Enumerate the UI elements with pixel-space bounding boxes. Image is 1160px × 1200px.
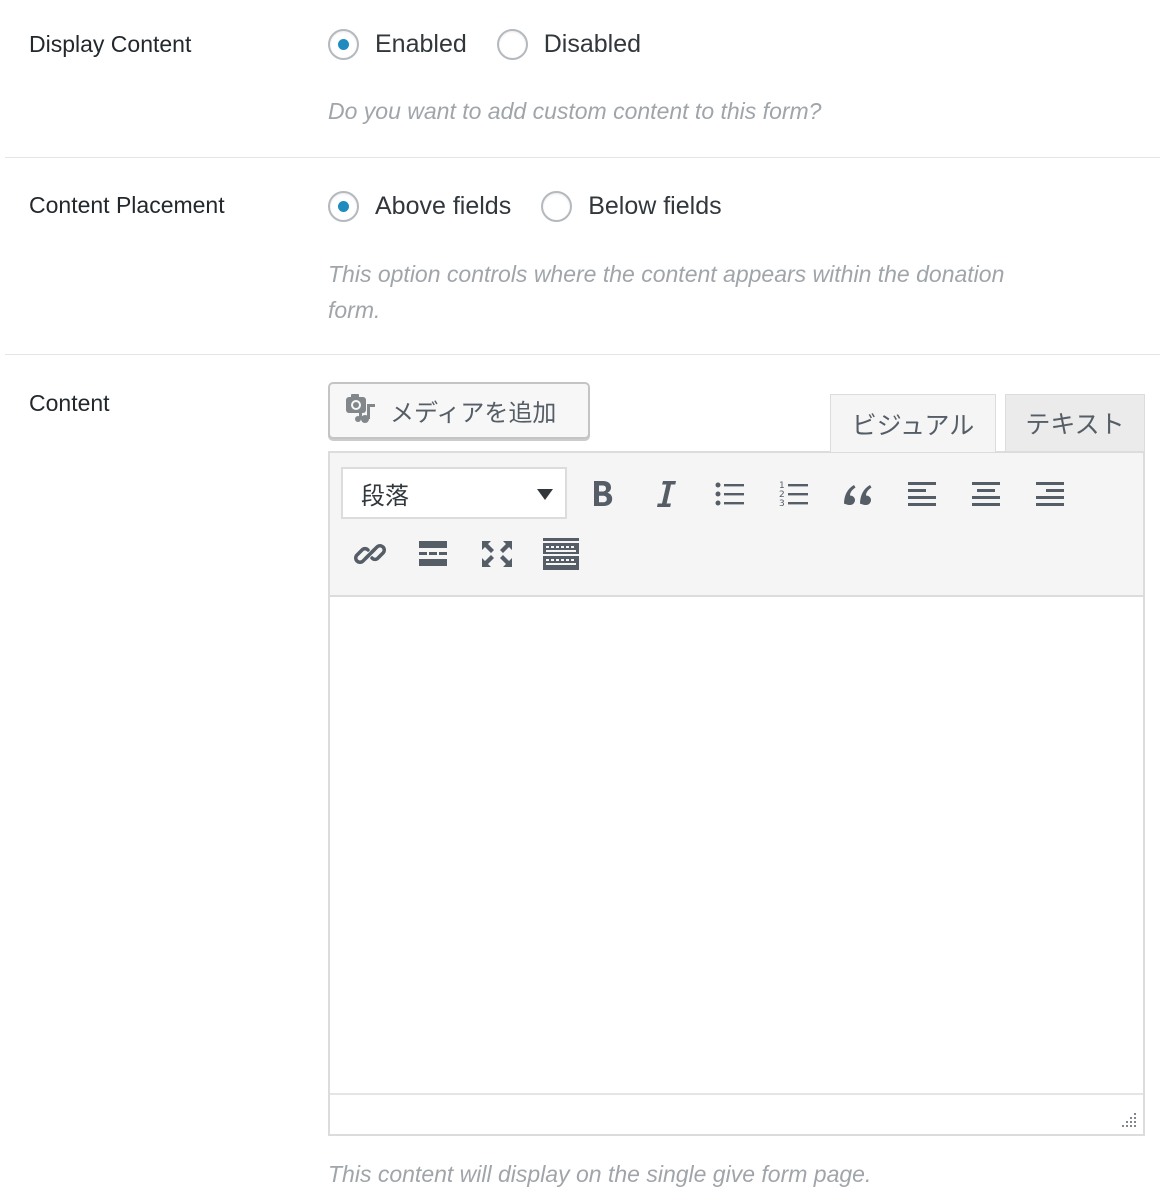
radio-enabled-label: Enabled: [375, 30, 467, 58]
radio-disabled[interactable]: [496, 29, 528, 60]
editor-toolbar: 段落 123: [330, 453, 1143, 597]
chevron-down-icon: [537, 489, 553, 500]
radio-option-below-fields[interactable]: Below fields: [541, 191, 722, 222]
radio-above-fields-label: Above fields: [375, 192, 512, 220]
bold-button[interactable]: [581, 472, 625, 516]
radio-disabled-label: Disabled: [543, 30, 642, 58]
content-placement-description-line-1: This option controls where the content a…: [328, 261, 1005, 287]
content-placement-radio-group: Above fields Below fields: [328, 191, 752, 222]
bullet-list-button[interactable]: [708, 472, 752, 516]
divider: [5, 157, 1160, 158]
numbered-list-button[interactable]: 123: [772, 472, 816, 516]
link-button[interactable]: [348, 532, 392, 576]
link-icon: [354, 538, 386, 570]
bold-icon: [590, 479, 616, 509]
content-placement-label: Content Placement: [29, 192, 225, 218]
tab-text[interactable]: テキスト: [1005, 394, 1145, 452]
editor-statusbar: [330, 1093, 1143, 1134]
numbered-list-icon: 123: [779, 480, 809, 508]
blockquote-button[interactable]: [836, 472, 880, 516]
align-center-icon: [971, 481, 1001, 507]
add-media-icon: [344, 392, 378, 429]
radio-below-fields-label: Below fields: [588, 192, 722, 220]
fullscreen-icon: [481, 540, 513, 568]
read-more-icon: [418, 540, 448, 568]
align-left-icon: [907, 481, 937, 507]
content-placement-description-line-2: form.: [328, 297, 381, 323]
radio-option-above-fields[interactable]: Above fields: [328, 191, 511, 222]
italic-button[interactable]: [644, 472, 688, 516]
radio-above-fields[interactable]: [328, 191, 359, 222]
display-content-radio-group: Enabled Disabled: [328, 29, 671, 60]
bullet-list-icon: [715, 481, 745, 507]
fullscreen-button[interactable]: [475, 532, 519, 576]
align-left-button[interactable]: [900, 472, 944, 516]
blockquote-icon: [842, 482, 874, 506]
add-media-button[interactable]: メディアを追加: [328, 382, 590, 439]
content-editor-body[interactable]: [330, 599, 1143, 1095]
svg-text:3: 3: [779, 499, 785, 508]
content-description: This content will display on the single …: [328, 1161, 872, 1187]
align-right-icon: [1035, 481, 1065, 507]
radio-option-enabled[interactable]: Enabled: [328, 29, 467, 60]
tab-visual[interactable]: ビジュアル: [830, 394, 996, 452]
content-editor: 段落 123: [328, 451, 1145, 1136]
radio-below-fields[interactable]: [541, 191, 573, 222]
italic-icon: [653, 479, 679, 509]
read-more-button[interactable]: [411, 532, 455, 576]
display-content-label: Display Content: [29, 31, 192, 57]
add-media-label: メディアを追加: [390, 400, 557, 427]
content-label: Content: [29, 390, 110, 416]
divider: [5, 354, 1160, 355]
format-select-value: 段落: [361, 482, 409, 510]
resize-handle-icon[interactable]: [1121, 1112, 1137, 1128]
align-center-button[interactable]: [964, 472, 1008, 516]
align-right-button[interactable]: [1028, 472, 1072, 516]
radio-option-disabled[interactable]: Disabled: [496, 29, 642, 60]
format-select[interactable]: 段落: [341, 467, 567, 519]
toolbar-toggle-icon: [543, 538, 579, 570]
toolbar-toggle-button[interactable]: [539, 532, 583, 576]
radio-enabled[interactable]: [328, 29, 359, 60]
display-content-description: Do you want to add custom content to thi…: [328, 98, 822, 124]
content-placement-description: This option controls where the content a…: [328, 256, 1128, 328]
